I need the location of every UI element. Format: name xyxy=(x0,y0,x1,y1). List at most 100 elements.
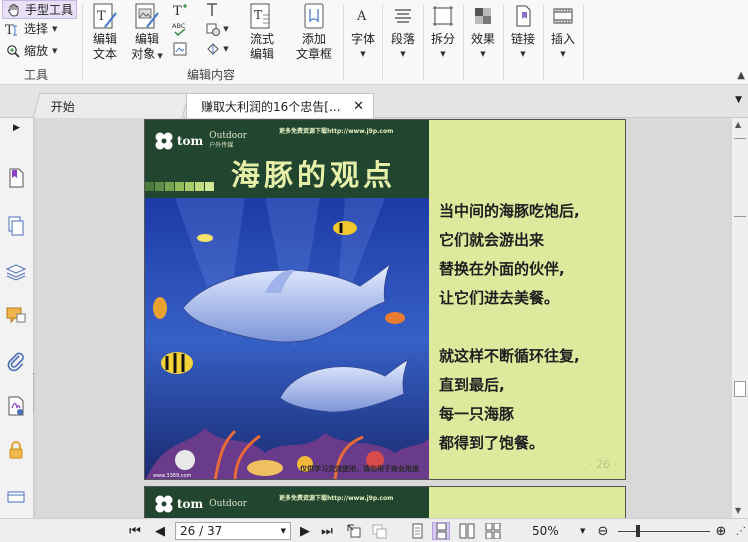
clover-logo-icon xyxy=(155,132,173,150)
navigation-panel: ▶ xyxy=(0,118,34,518)
edit-text-button[interactable]: T 编辑 文本 xyxy=(88,0,122,62)
previous-view-icon[interactable] xyxy=(345,522,363,540)
add-textbox-label: 添加 文章框 xyxy=(295,32,332,61)
expand-panel-icon[interactable]: ▶ xyxy=(13,123,20,133)
svg-text:T: T xyxy=(97,9,106,24)
form-fields-icon[interactable] xyxy=(4,484,28,508)
attachment-icon[interactable] xyxy=(4,350,28,374)
zoom-tool-button[interactable]: 缩放 ▼ xyxy=(2,41,60,60)
chevron-down-icon: ▼ xyxy=(400,50,406,58)
image-replace-icon[interactable] xyxy=(171,40,189,58)
header-download-link[interactable]: 更多免费资源下载http://www.j9p.com xyxy=(279,126,393,135)
next-view-icon[interactable] xyxy=(370,522,388,540)
flow-edit-button[interactable]: T 流式 编辑 xyxy=(244,0,280,62)
link-button[interactable]: 链接 ▼ xyxy=(506,0,540,59)
tab-home[interactable]: 开始 xyxy=(32,93,190,118)
tab-document[interactable]: 赚取大利润的16个忠告[... ✕ xyxy=(186,93,374,118)
text-select-icon: T xyxy=(5,21,21,37)
add-text-icon[interactable]: T xyxy=(171,1,189,19)
chevron-down-icon: ▼ xyxy=(52,46,58,55)
tab-home-label: 开始 xyxy=(50,99,75,114)
zoom-out-icon[interactable]: ⊖ xyxy=(594,522,612,540)
poem-line: 当中间的海豚吃饱后, xyxy=(439,202,580,220)
decorative-squares xyxy=(145,182,215,191)
previous-page-icon[interactable]: ◀ xyxy=(151,522,169,540)
insert-button[interactable]: 插入 ▼ xyxy=(546,0,580,59)
continuous-view-icon[interactable] xyxy=(432,522,450,540)
split-button[interactable]: 拆分 ▼ xyxy=(426,0,460,59)
hand-tool-button[interactable]: 手型工具 xyxy=(2,0,78,19)
textbox-icon xyxy=(298,0,330,32)
add-textbox-button[interactable]: 添加 文章框 xyxy=(292,0,336,62)
ribbon-divider xyxy=(423,4,424,80)
zoom-slider-thumb[interactable] xyxy=(636,525,640,537)
single-page-view-icon[interactable] xyxy=(408,522,426,540)
security-lock-icon[interactable] xyxy=(4,438,28,462)
bookmark-icon[interactable] xyxy=(4,166,28,190)
continuous-facing-view-icon[interactable] xyxy=(484,522,502,540)
ribbon-collapse-icon[interactable]: ▲ xyxy=(737,70,745,81)
select-tool-button[interactable]: T 选择 ▼ xyxy=(2,19,60,38)
shape-tool-icon[interactable]: ▼ xyxy=(203,20,231,38)
scroll-up-icon[interactable]: ▲ xyxy=(735,120,741,129)
page-thumbnails-icon[interactable] xyxy=(4,214,28,238)
svg-text:ABC: ABC xyxy=(172,22,186,30)
poem-stanza-1: 当中间的海豚吃饱后, 它们就会游出来 替换在外面的伙伴, 让它们进去美餐。 xyxy=(439,197,619,313)
logo-sub-text: Outdoor 户外传媒 xyxy=(209,132,247,150)
shape-edit-icon[interactable]: ▼ xyxy=(203,40,231,58)
split-icon xyxy=(427,0,459,32)
header-download-link[interactable]: 更多免费资源下载http://www.j9p.com xyxy=(279,493,393,502)
logo-outdoor-text: Outdoor xyxy=(209,131,247,141)
art-signature: www.3389.com xyxy=(153,473,192,479)
zoom-in-icon[interactable]: ⊕ xyxy=(712,522,730,540)
split-label: 拆分 xyxy=(430,32,455,46)
ribbon-divider xyxy=(463,4,464,80)
scroll-marker xyxy=(734,138,746,139)
paragraph-label: 段落 xyxy=(390,32,415,46)
scrollbar-thumb[interactable] xyxy=(734,381,746,397)
zoom-icon xyxy=(5,43,21,59)
zoom-dropdown-icon[interactable]: ▼ xyxy=(580,527,585,535)
signature-icon[interactable] xyxy=(4,394,28,418)
first-page-icon[interactable]: ⏮ xyxy=(126,522,144,540)
scroll-down-icon[interactable]: ▼ xyxy=(735,506,741,515)
document-page: tom Outdoor 户外传媒 更多免费资源下载http://www.j9p.… xyxy=(144,119,626,480)
document-viewer[interactable]: tom Outdoor 户外传媒 更多免费资源下载http://www.j9p.… xyxy=(36,118,731,518)
poem-stanza-2: 就这样不断循环往复, 直到最后, 每一只海豚 都得到了饱餐。 xyxy=(439,342,619,458)
chevron-down-icon: ▼ xyxy=(280,527,286,535)
clover-logo-icon xyxy=(155,495,173,513)
close-tab-icon[interactable]: ✕ xyxy=(353,99,364,114)
chevron-down-icon: ▼ xyxy=(480,50,486,58)
effect-button[interactable]: 效果 ▼ xyxy=(466,0,500,59)
comments-icon[interactable] xyxy=(4,304,28,328)
font-button[interactable]: A 字体 ▼ xyxy=(347,0,379,59)
ribbon: 手型工具 T 选择 ▼ 缩放 ▼ 工具 T 编辑 文本 编辑 对象 ▼ T AB… xyxy=(0,0,748,85)
text-cursor-icon[interactable] xyxy=(203,1,221,19)
zoom-tool-label: 缩放 xyxy=(24,44,49,58)
next-page-icon[interactable]: ▶ xyxy=(296,522,314,540)
page-title: 海豚的观点 xyxy=(231,158,397,192)
edit-object-button[interactable]: 编辑 对象 ▼ xyxy=(128,0,166,62)
logo-brand-text: tom xyxy=(177,497,204,511)
edit-object-label: 编辑 对象 ▼ xyxy=(131,32,163,62)
tab-list-dropdown-icon[interactable]: ▼ xyxy=(735,95,742,105)
layers-icon[interactable] xyxy=(4,260,28,284)
spell-check-icon[interactable]: ABC xyxy=(171,20,189,38)
tab-document-label: 赚取大利润的16个忠告[... xyxy=(201,99,341,114)
last-page-icon[interactable]: ⏭ xyxy=(318,522,336,540)
logo-brand-text: tom xyxy=(177,134,204,148)
facing-view-icon[interactable] xyxy=(458,522,476,540)
vertical-scrollbar[interactable]: ▲ ▼ xyxy=(731,118,748,518)
insert-media-icon xyxy=(547,0,579,32)
scroll-marker xyxy=(734,216,746,217)
paragraph-button[interactable]: 段落 ▼ xyxy=(386,0,420,59)
zoom-level[interactable]: 50% xyxy=(532,524,559,538)
status-bar: ⏮ ◀ 26 / 37 ▼ ▶ ⏭ 50% ▼ ⊖ ⊕ ⋰ xyxy=(0,518,748,542)
page-number-input[interactable]: 26 / 37 ▼ xyxy=(175,522,291,540)
link-page-icon xyxy=(507,0,539,32)
tom-outdoor-logo: tom Outdoor 户外传媒 xyxy=(153,130,247,152)
chevron-down-icon: ▼ xyxy=(360,50,366,58)
chevron-down-icon: ▼ xyxy=(520,50,526,58)
zoom-slider-track[interactable] xyxy=(618,531,710,532)
ribbon-divider xyxy=(503,4,504,80)
